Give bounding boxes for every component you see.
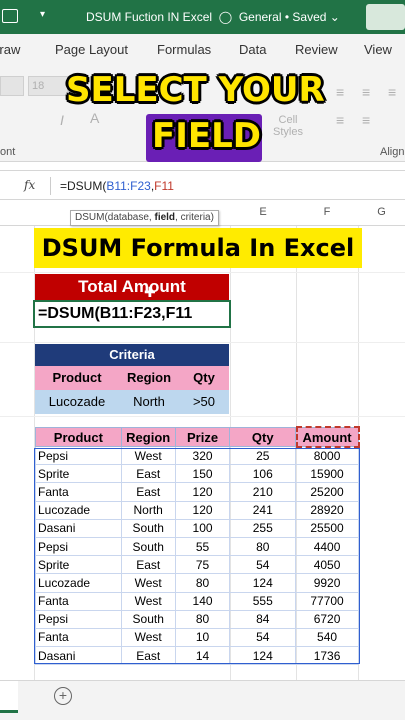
overlay-line-1: SELECT YOUR <box>66 70 325 110</box>
move-cursor-icon: ✚ <box>144 284 156 300</box>
search-button[interactable] <box>366 4 405 30</box>
criteria-value-row: Lucozade North >50 <box>35 390 229 414</box>
formula-input[interactable]: =DSUM(B11:F23,F11 <box>60 179 174 193</box>
criteria-val-product[interactable]: Lucozade <box>35 390 119 414</box>
table-header-qty[interactable]: Qty <box>229 427 297 447</box>
criteria-header: Criteria <box>35 344 229 366</box>
customize-toolbar-chevron-icon[interactable]: ▾ <box>40 9 45 20</box>
formula-bar: fx =DSUM(B11:F23,F11 <box>0 170 405 200</box>
align-left-icon[interactable]: ≡ <box>336 84 344 100</box>
criteria-val-qty[interactable]: >50 <box>179 390 229 414</box>
italic-icon[interactable]: I <box>60 112 64 128</box>
cell-styles-button[interactable]: Cell Styles <box>268 114 308 138</box>
font-size-value: 18 <box>32 80 45 92</box>
align-center-icon[interactable]: ≡ <box>362 84 370 100</box>
sheet-tab-bar: + <box>0 680 405 720</box>
active-sheet-tab[interactable] <box>0 681 18 713</box>
tab-view[interactable]: View <box>364 42 392 57</box>
tab-page-layout[interactable]: Page Layout <box>55 42 128 57</box>
active-formula-cell[interactable]: =DSUM(B11:F23,F11 <box>33 300 231 328</box>
font-name-box[interactable] <box>0 76 24 96</box>
overlay-line-2: FIELD <box>152 116 261 156</box>
criteria-col-region[interactable]: Region <box>119 366 179 390</box>
formula-bar-divider <box>50 177 51 195</box>
tab-draw[interactable]: Draw <box>0 42 20 57</box>
alignment-group-label: Align <box>380 146 405 158</box>
tab-formulas[interactable]: Formulas <box>157 42 211 57</box>
criteria-col-qty[interactable]: Qty <box>179 366 229 390</box>
save-icon[interactable] <box>2 9 18 23</box>
table-header-region[interactable]: Region <box>120 427 176 447</box>
selection-range-border <box>34 448 360 664</box>
table-header-product[interactable]: Product <box>35 427 122 447</box>
chevron-down-icon[interactable]: ⌄ <box>330 10 340 24</box>
criteria-column-row: Product Region Qty <box>35 366 229 390</box>
column-header-f[interactable]: F <box>296 206 358 224</box>
font-color-icon[interactable]: A <box>90 110 99 126</box>
ribbon-tabs: Draw Page Layout Formulas Data Review Vi… <box>0 34 405 64</box>
tab-data[interactable]: Data <box>239 42 266 57</box>
window-title: DSUM Fuction IN Excel ◯ General • Saved … <box>86 10 340 24</box>
table-header-prize[interactable]: Prize <box>174 427 231 447</box>
function-tooltip: DSUM(database, field, criteria) <box>70 210 219 226</box>
column-header-e[interactable]: E <box>230 206 296 224</box>
align-right-icon[interactable]: ≡ <box>388 84 396 100</box>
sheet-title: DSUM Formula In Excel <box>34 228 362 268</box>
add-sheet-button[interactable]: + <box>54 687 72 705</box>
total-amount-header: Total Amount <box>35 274 229 300</box>
align-bottom-center-icon[interactable]: ≡ <box>362 112 370 128</box>
criteria-col-product[interactable]: Product <box>35 366 119 390</box>
grid-line <box>0 272 405 273</box>
column-header-g[interactable]: G <box>358 206 405 224</box>
field-marquee <box>296 426 360 448</box>
font-group-label: ont <box>0 146 16 158</box>
tab-review[interactable]: Review <box>295 42 338 57</box>
grid-line <box>0 342 405 343</box>
insert-function-icon[interactable]: fx <box>24 178 35 192</box>
grid-line <box>0 416 405 417</box>
title-bar: ▾ DSUM Fuction IN Excel ◯ General • Save… <box>0 0 405 34</box>
shield-icon: ◯ <box>215 10 236 24</box>
criteria-val-region[interactable]: North <box>119 390 179 414</box>
align-bottom-left-icon[interactable]: ≡ <box>336 112 344 128</box>
